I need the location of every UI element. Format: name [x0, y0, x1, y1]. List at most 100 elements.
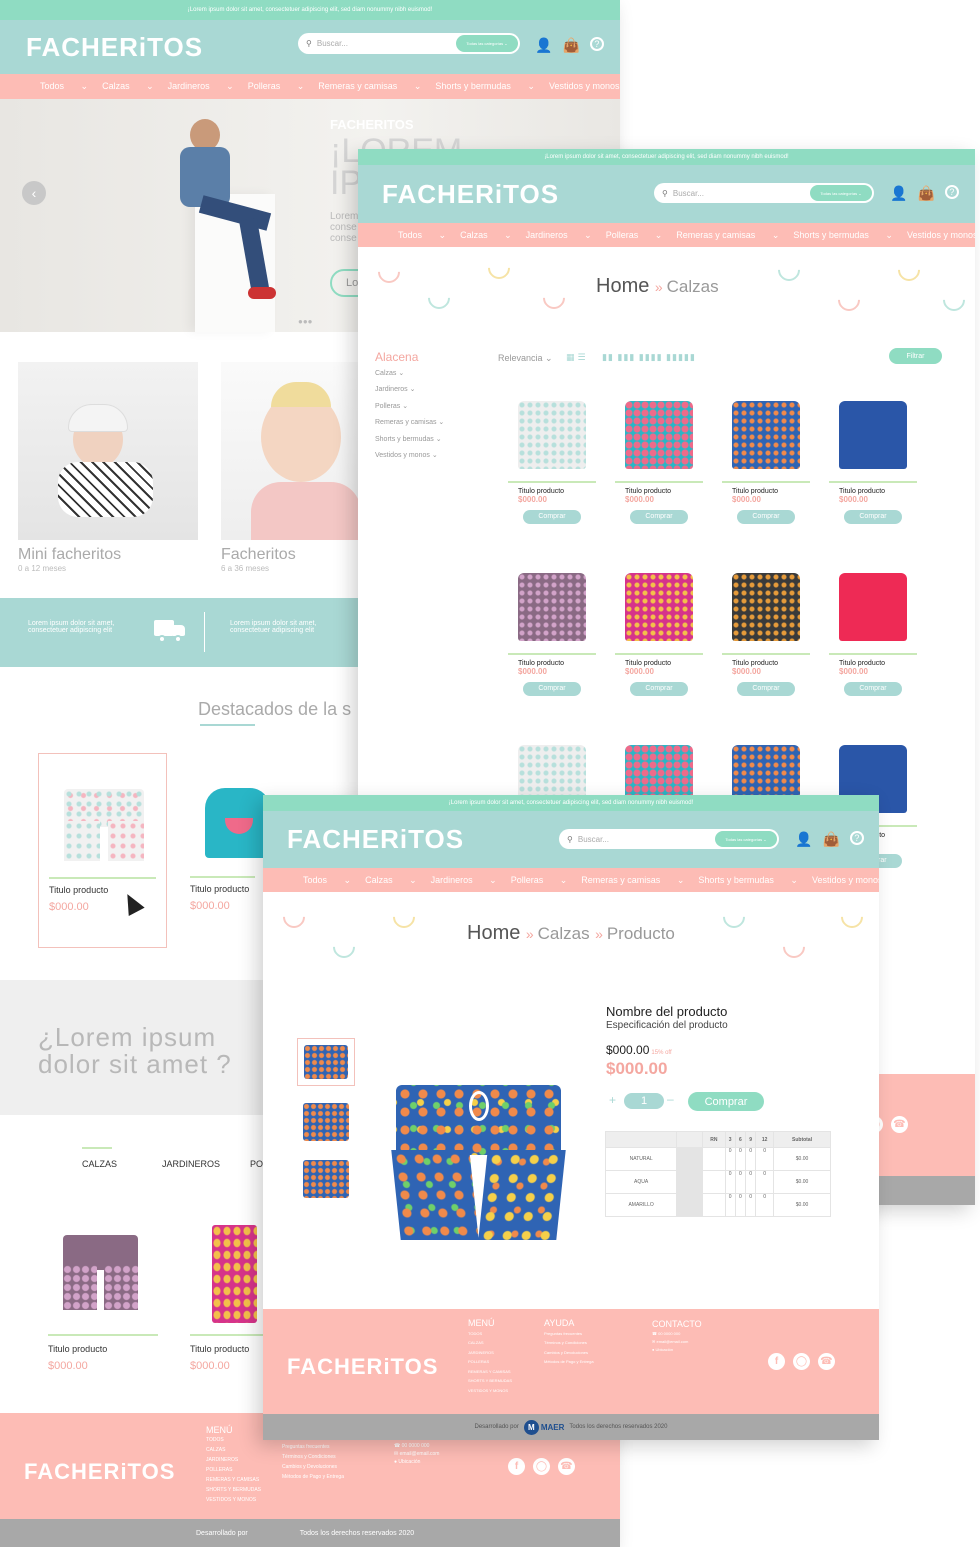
- sidebar-item-vestidos[interactable]: Vestidos y monos ⌄: [375, 448, 495, 465]
- nav-item-shorts[interactable]: Shorts y bermudas ⌄: [435, 81, 535, 92]
- nav-item-vestidos[interactable]: Vestidos y monos ⌄: [907, 230, 975, 241]
- nav-item-todos[interactable]: Todos ⌄: [303, 875, 351, 886]
- qty-cell[interactable]: 0: [755, 1147, 775, 1171]
- cart-icon[interactable]: 👜: [917, 185, 934, 202]
- breadcrumb-calzas[interactable]: Calzas: [538, 924, 590, 943]
- footer-location[interactable]: ● Ubicación: [652, 1346, 702, 1354]
- footer-email[interactable]: ✉ email@email.com: [394, 1450, 439, 1458]
- nav-item-polleras[interactable]: Polleras ⌄: [511, 875, 568, 886]
- buy-button[interactable]: Comprar: [844, 510, 902, 524]
- qty-cell[interactable]: 0: [745, 1170, 757, 1194]
- sidebar-item-jardineros[interactable]: Jardineros ⌄: [375, 382, 495, 399]
- qty-cell[interactable]: 0: [724, 1193, 736, 1217]
- nav-item-jardineros[interactable]: Jardineros ⌄: [526, 230, 592, 241]
- list-view-icon[interactable]: ☰: [578, 352, 589, 362]
- nav-item-vestidos[interactable]: Vestidos y monos ⌄: [549, 81, 620, 92]
- footer-help-item[interactable]: Preguntas frecuentes: [544, 1329, 594, 1339]
- nav-item-shorts[interactable]: Shorts y bermudas ⌄: [793, 230, 893, 241]
- search-input[interactable]: ⚲ Buscar... Todas las categorías ⌄: [298, 33, 520, 54]
- buy-button[interactable]: Comprar: [630, 682, 688, 696]
- breadcrumb-home[interactable]: Home: [467, 922, 520, 944]
- thumbnail-2[interactable]: [303, 1103, 349, 1141]
- footer-menu-item[interactable]: TODOS: [468, 1329, 512, 1339]
- search-input[interactable]: ⚲ Buscar... Todas las categorías ⌄: [654, 183, 874, 203]
- nav-item-remeras[interactable]: Remeras y camisas ⌄: [318, 81, 421, 92]
- product-card[interactable]: Titulo producto $000.00 Comprar: [508, 573, 596, 696]
- footer-menu-item[interactable]: VESTIDOS Y MONOS: [206, 1495, 261, 1505]
- help-icon[interactable]: ?: [944, 185, 959, 199]
- footer-logo[interactable]: FACHERiTOS: [24, 1459, 175, 1485]
- brand-logo[interactable]: FACHERiTOS: [26, 32, 203, 63]
- footer-menu-item[interactable]: JARDINEROS: [206, 1455, 261, 1465]
- product-card[interactable]: Titulo producto $000.00 Comprar: [508, 401, 596, 524]
- facebook-icon[interactable]: f: [768, 1353, 785, 1370]
- product-card[interactable]: Titulo producto $000.00 Comprar: [722, 401, 810, 524]
- whatsapp-icon[interactable]: ☎: [891, 1116, 908, 1133]
- qty-plus-button[interactable]: +: [609, 1093, 616, 1107]
- sidebar-item-calzas[interactable]: Calzas ⌄: [375, 366, 495, 383]
- product-card[interactable]: Titulo producto $000.00: [48, 1225, 158, 1372]
- whatsapp-icon[interactable]: ☎: [818, 1353, 835, 1370]
- sidebar-item-polleras[interactable]: Polleras ⌄: [375, 399, 495, 416]
- category-select[interactable]: Todas las categorías ⌄: [715, 831, 777, 847]
- nav-item-vestidos[interactable]: Vestidos y monos ⌄: [812, 875, 879, 886]
- footer-menu-item[interactable]: VESTIDOS Y MONOS: [468, 1386, 512, 1396]
- nav-item-polleras[interactable]: Polleras ⌄: [606, 230, 663, 241]
- footer-help-item[interactable]: Métodos de Pago y Entrega: [282, 1472, 344, 1482]
- columns-icon[interactable]: ▮▮ ▮▮▮ ▮▮▮▮ ▮▮▮▮▮: [602, 352, 696, 362]
- qty-cell[interactable]: 0: [734, 1193, 747, 1217]
- qty-cell[interactable]: 0: [755, 1193, 775, 1217]
- sort-select[interactable]: Relevancia ⌄: [498, 353, 553, 364]
- cart-icon[interactable]: 👜: [562, 37, 579, 54]
- nav-item-jardineros[interactable]: Jardineros ⌄: [168, 81, 234, 92]
- search-input[interactable]: ⚲ Buscar... Todas las categorías ⌄: [559, 829, 779, 849]
- footer-help-item[interactable]: Preguntas frecuentes: [282, 1442, 344, 1452]
- footer-menu-item[interactable]: TODOS: [206, 1435, 261, 1445]
- tab-calzas[interactable]: CALZAS: [82, 1159, 117, 1169]
- buy-button[interactable]: Comprar: [630, 510, 688, 524]
- whatsapp-icon[interactable]: ☎: [558, 1458, 575, 1475]
- instagram-icon[interactable]: ◯: [793, 1353, 810, 1370]
- buy-button[interactable]: Comprar: [844, 682, 902, 696]
- qty-cell[interactable]: 0: [724, 1170, 736, 1194]
- buy-button[interactable]: Comprar: [737, 682, 795, 696]
- footer-menu-item[interactable]: JARDINEROS: [468, 1348, 512, 1358]
- nav-item-jardineros[interactable]: Jardineros ⌄: [431, 875, 497, 886]
- category-card-mini[interactable]: Mini facheritos 0 a 12 meses: [18, 362, 198, 573]
- tab-polleras[interactable]: PO: [250, 1159, 263, 1169]
- buy-button[interactable]: Comprar: [523, 682, 581, 696]
- footer-menu-item[interactable]: POLLERAS: [468, 1357, 512, 1367]
- sidebar-item-remeras[interactable]: Remeras y camisas ⌄: [375, 415, 495, 432]
- nav-item-calzas[interactable]: Calzas ⌄: [365, 875, 417, 886]
- product-card[interactable]: Titulo producto $000.00: [38, 753, 167, 948]
- brand-logo[interactable]: FACHERiTOS: [287, 824, 464, 855]
- footer-help-item[interactable]: Cambios y Devoluciones: [544, 1348, 594, 1358]
- qty-cell[interactable]: 0: [745, 1193, 757, 1217]
- nav-item-polleras[interactable]: Polleras ⌄: [248, 81, 305, 92]
- nav-item-todos[interactable]: Todos ⌄: [40, 81, 88, 92]
- category-select[interactable]: Todas las categorías ⌄: [456, 35, 518, 52]
- thumbnail-3[interactable]: [303, 1160, 349, 1198]
- footer-email[interactable]: ✉ email@email.com: [652, 1338, 702, 1346]
- footer-logo[interactable]: FACHERiTOS: [287, 1354, 438, 1380]
- tab-jardineros[interactable]: JARDINEROS: [162, 1159, 220, 1169]
- instagram-icon[interactable]: ◯: [533, 1458, 550, 1475]
- buy-button[interactable]: Comprar: [737, 510, 795, 524]
- cart-icon[interactable]: 👜: [822, 831, 839, 848]
- sidebar-item-shorts[interactable]: Shorts y bermudas ⌄: [375, 432, 495, 449]
- footer-help-item[interactable]: Cambios y Devoluciones: [282, 1462, 344, 1472]
- product-card[interactable]: Titulo producto $000.00 Comprar: [615, 573, 703, 696]
- category-select[interactable]: Todas las categorías ⌄: [810, 185, 872, 201]
- product-card[interactable]: Titulo producto $000.00 Comprar: [829, 401, 917, 524]
- qty-input[interactable]: 1: [624, 1093, 664, 1109]
- footer-menu-item[interactable]: SHORTS Y BERMUDAS: [206, 1485, 261, 1495]
- footer-menu-item[interactable]: REMERAS Y CAMISAS: [206, 1475, 261, 1485]
- footer-menu-item[interactable]: REMERAS Y CAMISAS: [468, 1367, 512, 1377]
- footer-menu-item[interactable]: CALZAS: [468, 1338, 512, 1348]
- footer-location[interactable]: ● Ubicación: [394, 1458, 439, 1466]
- help-icon[interactable]: ?: [849, 831, 864, 845]
- qty-minus-button[interactable]: –: [667, 1092, 674, 1106]
- qty-cell[interactable]: 0: [755, 1170, 775, 1194]
- product-card[interactable]: Titulo producto $000.00 Comprar: [829, 573, 917, 696]
- product-card[interactable]: Titulo producto $000.00 Comprar: [722, 573, 810, 696]
